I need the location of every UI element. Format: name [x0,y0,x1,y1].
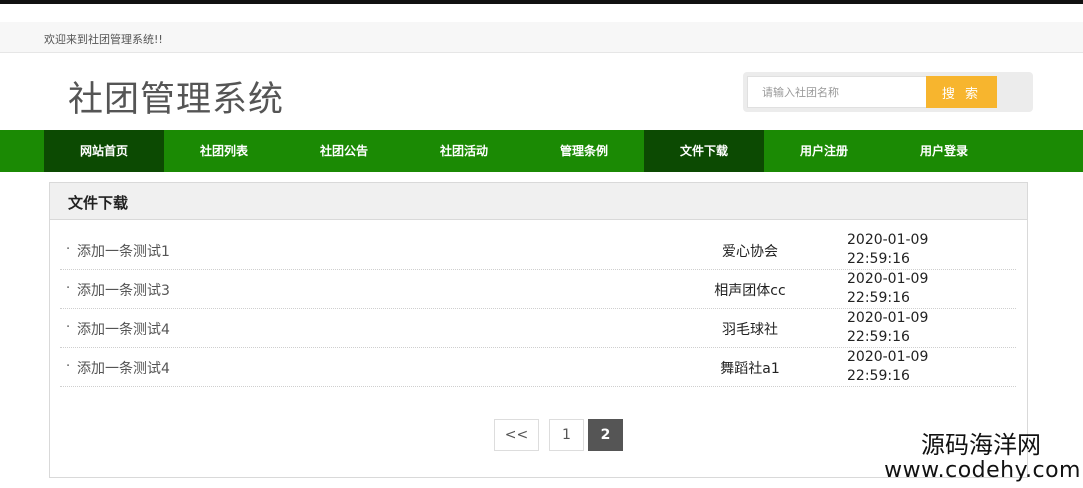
site-title: 社团管理系统 [68,80,285,120]
bullet: · [66,359,71,374]
watermark-url: www.codehy.com [884,458,1081,483]
welcome-bar: 欢迎来到社团管理系统!! [0,22,1083,53]
item-date: 2020-01-09 [847,232,929,248]
page-button[interactable]: 1 [549,419,584,451]
top-border-line [0,0,1083,4]
watermark-name: 源码海洋网 [921,431,1041,459]
item-time: 22:59:16 [847,290,910,306]
nav-item-club-list[interactable]: 社团列表 [164,130,284,172]
watermark: 源码海洋网 www.codehy.com [874,432,1081,484]
item-time: 22:59:16 [847,329,910,345]
item-date: 2020-01-09 [847,310,929,326]
item-title-link[interactable]: 添加一条测试3 [77,280,170,300]
item-date: 2020-01-09 [847,271,929,287]
item-club: 相声团体cc [714,283,786,299]
nav-item-register[interactable]: 用户注册 [764,130,884,172]
panel-header: 文件下载 [50,183,1027,220]
welcome-text: 欢迎来到社团管理系统!! [44,33,163,46]
item-club: 舞蹈社a1 [720,361,780,377]
search-box: 搜 索 [743,72,1033,112]
bullet: · [66,242,71,257]
nav-item-regulations[interactable]: 管理条例 [524,130,644,172]
item-date: 2020-01-09 [847,349,929,365]
item-title-link[interactable]: 添加一条测试1 [77,241,170,261]
item-datetime: 2020-01-09 22:59:16 [847,309,957,347]
list-item: · 添加一条测试3 相声团体cc 2020-01-09 22:59:16 [60,270,1016,309]
item-title-link[interactable]: 添加一条测试4 [77,319,170,339]
item-title-link[interactable]: 添加一条测试4 [77,358,170,378]
nav-item-downloads[interactable]: 文件下载 [644,130,764,172]
item-time: 22:59:16 [847,368,910,384]
item-datetime: 2020-01-09 22:59:16 [847,270,957,308]
item-datetime: 2020-01-09 22:59:16 [847,348,957,386]
nav-item-announcements[interactable]: 社团公告 [284,130,404,172]
page-button-current[interactable]: 2 [588,419,623,451]
main-nav: 网站首页 社团列表 社团公告 社团活动 管理条例 文件下载 用户注册 用户登录 [0,130,1083,172]
list-item: · 添加一条测试1 爱心协会 2020-01-09 22:59:16 [60,231,1016,270]
nav-item-login[interactable]: 用户登录 [884,130,1004,172]
search-input[interactable] [747,76,929,108]
bullet: · [66,320,71,335]
panel-title: 文件下载 [68,194,129,212]
item-club: 爱心协会 [722,244,778,260]
bullet: · [66,281,71,296]
search-button[interactable]: 搜 索 [926,76,997,108]
prev-page-button[interactable]: << [494,419,539,451]
list-item: · 添加一条测试4 羽毛球社 2020-01-09 22:59:16 [60,309,1016,348]
item-club: 羽毛球社 [722,322,778,338]
item-datetime: 2020-01-09 22:59:16 [847,231,957,269]
nav-item-home[interactable]: 网站首页 [44,130,164,172]
list-item: · 添加一条测试4 舞蹈社a1 2020-01-09 22:59:16 [60,348,1016,387]
item-time: 22:59:16 [847,251,910,267]
nav-item-activities[interactable]: 社团活动 [404,130,524,172]
